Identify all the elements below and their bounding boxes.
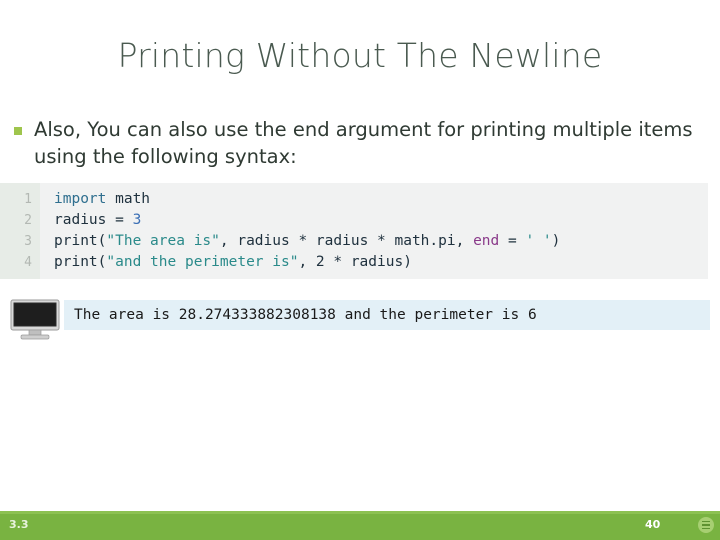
code-token: "The area is" [106, 233, 220, 249]
code-token: print( [54, 233, 107, 249]
footer-section-label: 3.3 [9, 518, 29, 531]
code-line: import math [54, 189, 708, 210]
code-line: print("The area is", radius * radius * m… [54, 231, 708, 252]
code-token: import [54, 191, 107, 207]
code-token: ' ' [525, 233, 552, 249]
output-text: The area is 28.274333882308138 and the p… [74, 306, 537, 323]
monitor-icon [10, 299, 60, 340]
bullet-text: Also, You can also use the end argument … [34, 118, 693, 168]
code-line-number: 2 [24, 213, 32, 228]
code-token: radius = [54, 212, 133, 228]
code-line-number: 1 [24, 192, 32, 207]
code-token: math [106, 191, 151, 207]
code-line: print("and the perimeter is", 2 * radius… [54, 252, 708, 273]
code-token: print( [54, 254, 107, 270]
code-token: 3 [132, 212, 142, 228]
code-source-lines: import math radius = 3 print("The area is"… [40, 183, 708, 279]
code-line-number: 4 [24, 255, 32, 270]
code-token: = [499, 233, 526, 249]
list-item: Also, You can also use the end argument … [14, 116, 708, 170]
code-token: "and the perimeter is" [106, 254, 299, 270]
code-line: radius = 3 [54, 210, 708, 231]
output-strip: The area is 28.274333882308138 and the p… [64, 300, 710, 330]
code-token: end [473, 233, 500, 249]
menu-badge-icon[interactable] [698, 517, 714, 533]
code-token: ) [551, 233, 561, 249]
slide-canvas: Printing Without The Newline Also, You c… [0, 0, 720, 540]
code-line-number: 3 [24, 234, 32, 249]
footer-page-number: 40 [645, 518, 661, 531]
bullet-square-icon [14, 127, 22, 135]
code-line-number-gutter: 1 2 3 4 [0, 183, 40, 279]
code-token: , radius * radius * math.pi, [219, 233, 474, 249]
footer-bar: 3.3 40 [0, 511, 720, 540]
code-token: , 2 * radius) [298, 254, 412, 270]
program-output: The area is 28.274333882308138 and the p… [0, 300, 710, 330]
code-block: 1 2 3 4 import math radius = 3 print("The … [0, 183, 708, 279]
bullet-list: Also, You can also use the end argument … [14, 116, 708, 170]
page-title: Printing Without The Newline [117, 36, 603, 75]
